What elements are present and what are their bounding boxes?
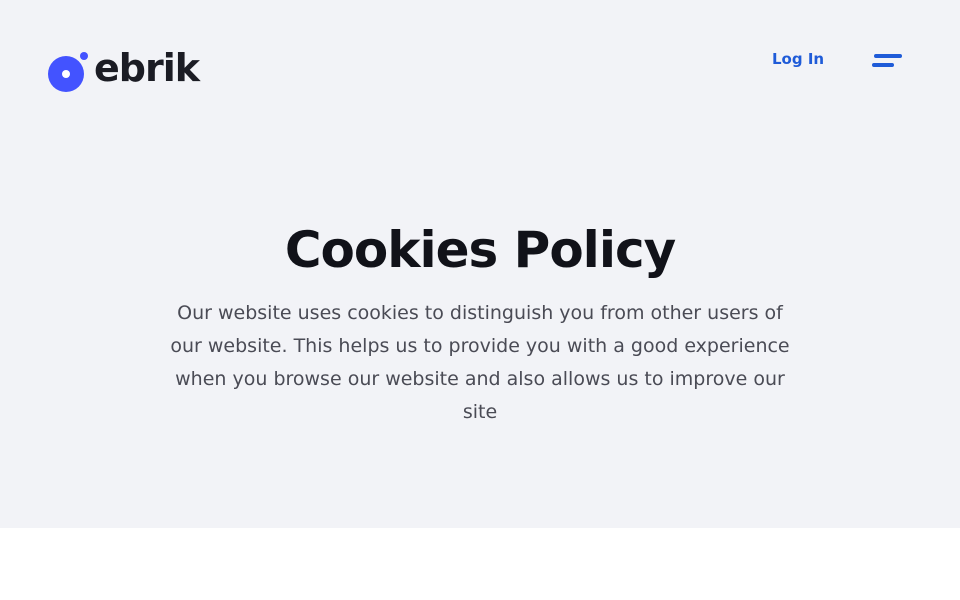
ebrik-logo-icon — [48, 48, 92, 92]
hamburger-menu-icon[interactable] — [872, 54, 902, 70]
page-description: Our website uses cookies to distinguish … — [170, 302, 790, 423]
site-header: ebrik Log In — [0, 0, 960, 130]
login-link[interactable]: Log In — [772, 50, 824, 68]
brand-name: ebrik — [94, 46, 200, 90]
page-title: Cookies Policy — [284, 221, 676, 279]
brand-logo-link[interactable]: ebrik — [48, 46, 200, 94]
